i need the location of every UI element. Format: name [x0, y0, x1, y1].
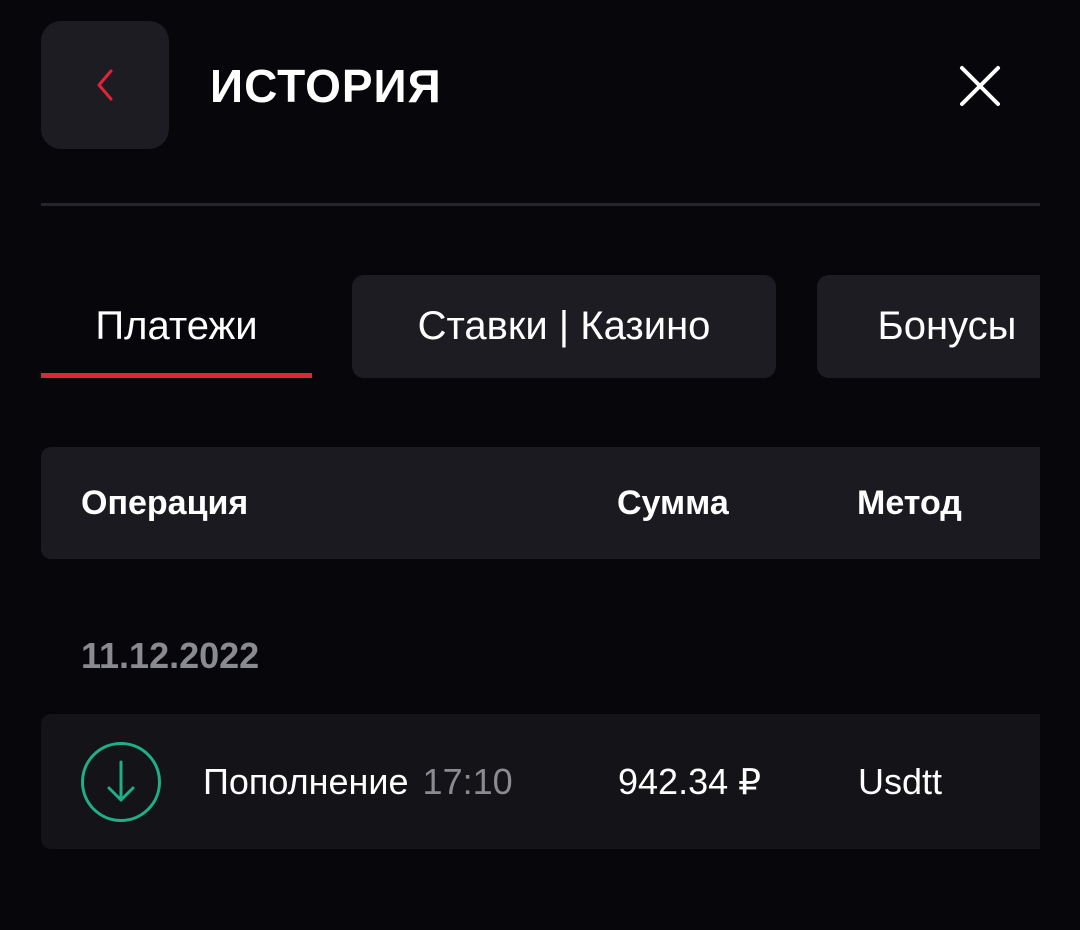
deposit-arrow-down-icon: [81, 742, 161, 822]
history-screen: ИСТОРИЯ Платежи Ставки | Казино Бонусы О…: [0, 0, 1080, 930]
chevron-left-icon: [97, 69, 113, 101]
tab-bar: Платежи Ставки | Казино Бонусы: [41, 275, 1040, 379]
row-operation-time: 17:10: [422, 761, 513, 802]
close-icon: [960, 66, 1000, 106]
row-operation-type: Пополнение: [203, 761, 409, 802]
tab-payments[interactable]: Платежи: [41, 275, 312, 378]
tab-payments-label: Платежи: [95, 304, 258, 348]
tab-bonuses-label: Бонусы: [877, 304, 1017, 348]
tab-bonuses[interactable]: Бонусы: [817, 275, 1040, 378]
date-group-label: 11.12.2022: [81, 635, 260, 676]
row-operation: Пополнение 17:10: [203, 714, 513, 849]
row-amount: 942.34 ₽: [618, 761, 762, 802]
column-header-method: Метод: [857, 484, 962, 522]
tab-bets-casino-label: Ставки | Казино: [417, 304, 711, 348]
header-divider: [41, 203, 1040, 206]
row-method: Usdtt: [858, 761, 943, 802]
close-button[interactable]: [950, 56, 1010, 116]
page-title: ИСТОРИЯ: [210, 60, 442, 112]
table-row[interactable]: Пополнение 17:10 942.34 ₽ Usdtt: [41, 714, 1040, 849]
column-header-operation: Операция: [81, 484, 249, 522]
back-button[interactable]: [41, 21, 169, 149]
table-header: Операция Сумма Метод: [41, 447, 1040, 559]
tab-bets-casino[interactable]: Ставки | Казино: [352, 275, 776, 378]
active-tab-indicator: [41, 373, 312, 378]
column-header-amount: Сумма: [617, 484, 729, 522]
